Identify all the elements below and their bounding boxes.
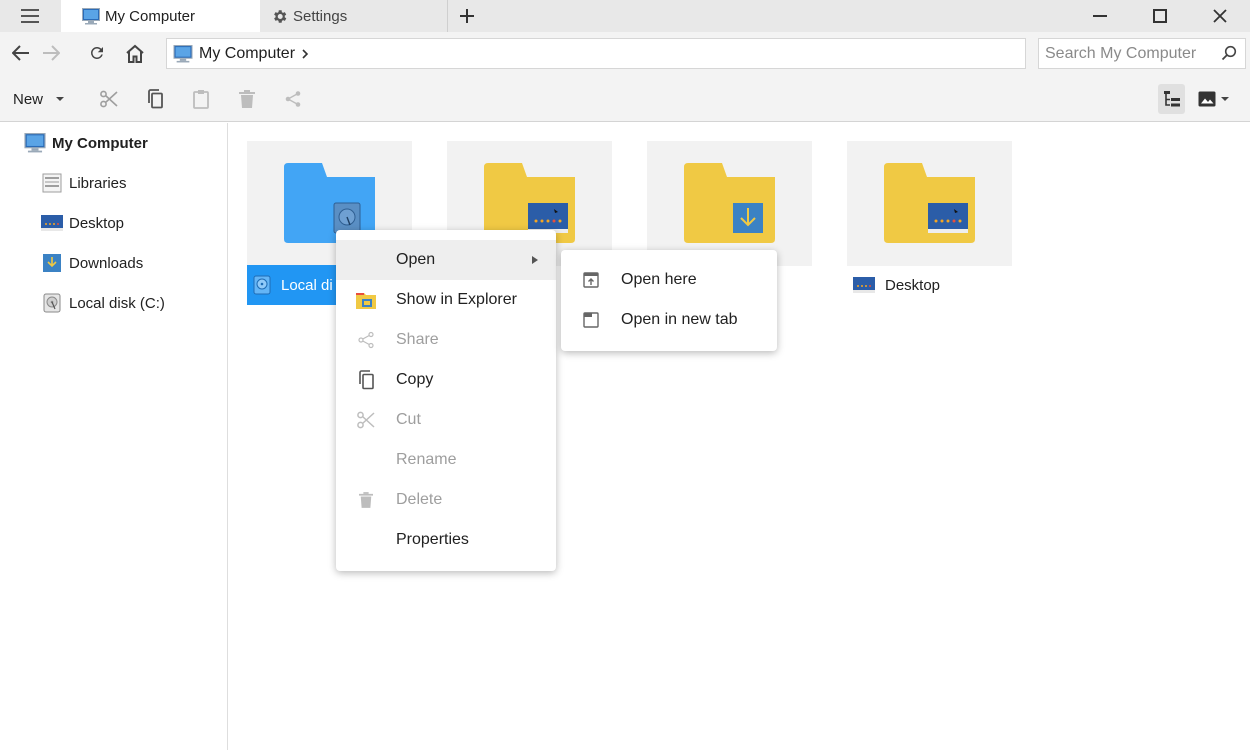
sidebar-item-label: My Computer xyxy=(52,134,148,152)
explorer-icon xyxy=(336,291,396,309)
new-tab-button[interactable] xyxy=(453,0,481,32)
view-mode-button[interactable] xyxy=(1192,84,1236,114)
share-icon xyxy=(336,331,396,349)
menu-item-rename[interactable]: Rename xyxy=(336,440,556,480)
paste-icon xyxy=(193,90,209,109)
home-icon xyxy=(126,44,144,63)
cut-icon xyxy=(100,90,118,108)
menu-item-delete[interactable]: Delete xyxy=(336,480,556,520)
cut-button[interactable] xyxy=(94,84,124,114)
menu-item-properties[interactable]: Properties xyxy=(336,520,556,560)
gear-icon xyxy=(271,8,288,25)
search-icon[interactable] xyxy=(1221,45,1237,61)
tab-label: Settings xyxy=(293,7,348,25)
tab-label: My Computer xyxy=(105,7,196,25)
folder-label-desktop[interactable]: Desktop xyxy=(847,265,1012,305)
home-button[interactable] xyxy=(120,38,150,68)
library-icon xyxy=(41,172,63,194)
search-input[interactable] xyxy=(1045,44,1215,63)
back-arrow-icon xyxy=(12,45,29,61)
back-button[interactable] xyxy=(6,38,36,68)
menu-item-cut[interactable]: Cut xyxy=(336,400,556,440)
file-manager-window: My Computer Settings My Computer Search … xyxy=(0,0,1250,750)
address-bar[interactable]: My Computer xyxy=(166,38,1026,69)
search-box xyxy=(1038,38,1246,69)
delete-icon xyxy=(239,90,255,108)
submenu-arrow-icon xyxy=(532,256,538,264)
delete-icon xyxy=(336,492,396,508)
tree-view-button[interactable] xyxy=(1158,84,1185,114)
tab-my-computer[interactable]: My Computer xyxy=(61,0,260,32)
maximize-button[interactable] xyxy=(1130,0,1190,32)
sidebar: My Computer Libraries Desktop Downloads … xyxy=(0,123,228,750)
close-icon xyxy=(1213,9,1227,23)
disk-icon xyxy=(41,292,63,314)
cut-icon xyxy=(336,410,396,430)
open-here-icon xyxy=(561,272,621,288)
minimize-icon xyxy=(1093,15,1107,17)
copy-icon xyxy=(148,89,163,109)
sidebar-item-desktop[interactable]: Desktop xyxy=(41,208,124,238)
open-submenu: Open here Open in new tab xyxy=(561,250,777,351)
desktop-icon xyxy=(41,212,63,234)
menu-icon[interactable] xyxy=(0,0,60,32)
refresh-icon xyxy=(90,47,103,59)
folder-icon xyxy=(684,163,775,243)
menu-item-open[interactable]: Open xyxy=(336,240,556,280)
close-button[interactable] xyxy=(1190,0,1250,32)
maximize-icon xyxy=(1153,9,1167,23)
menu-item-open-here[interactable]: Open here xyxy=(561,260,777,300)
copy-icon xyxy=(336,370,396,390)
caret-down-icon xyxy=(55,96,65,102)
sidebar-item-label: Desktop xyxy=(69,214,125,232)
tab-settings[interactable]: Settings xyxy=(263,0,448,32)
sidebar-item-local-disk[interactable]: Local disk (C:) xyxy=(41,288,165,318)
context-menu: Open Show in Explorer Share Copy Cut Ren… xyxy=(336,230,556,571)
delete-button[interactable] xyxy=(232,84,262,114)
computer-icon xyxy=(24,132,46,154)
chevron-right-icon[interactable] xyxy=(301,48,309,60)
sidebar-item-my-computer[interactable]: My Computer xyxy=(24,128,148,158)
navigation-bar: My Computer xyxy=(0,32,1250,76)
menu-item-copy[interactable]: Copy xyxy=(336,360,556,400)
folder-tile-downloads[interactable] xyxy=(647,141,812,266)
computer-icon xyxy=(82,7,100,25)
image-icon xyxy=(1198,91,1216,107)
menu-item-share[interactable]: Share xyxy=(336,320,556,360)
menu-item-show-in-explorer[interactable]: Show in Explorer xyxy=(336,280,556,320)
sidebar-item-downloads[interactable]: Downloads xyxy=(41,248,143,278)
sidebar-item-label: Local disk (C:) xyxy=(69,294,165,312)
forward-arrow-icon xyxy=(43,45,60,61)
sidebar-item-label: Downloads xyxy=(69,254,144,272)
menu-item-open-in-new-tab[interactable]: Open in new tab xyxy=(561,300,777,340)
computer-icon xyxy=(173,44,193,63)
new-button[interactable]: New xyxy=(6,84,72,114)
plus-icon xyxy=(460,9,474,23)
sidebar-item-libraries[interactable]: Libraries xyxy=(41,168,127,198)
forward-button[interactable] xyxy=(36,38,66,68)
folder-tile-desktop[interactable] xyxy=(847,141,1012,266)
breadcrumb-my-computer[interactable]: My Computer xyxy=(199,45,295,63)
tree-view-icon xyxy=(1163,91,1180,107)
toolbar: New xyxy=(0,76,1250,122)
desktop-icon xyxy=(853,277,875,293)
disk-icon xyxy=(253,275,271,295)
new-tab-icon xyxy=(561,312,621,328)
title-bar: My Computer Settings xyxy=(0,0,1250,32)
new-button-label: New xyxy=(13,90,44,108)
caret-down-icon xyxy=(1221,97,1229,101)
copy-button[interactable] xyxy=(140,84,170,114)
sidebar-item-label: Libraries xyxy=(69,174,127,192)
share-button[interactable] xyxy=(278,84,308,114)
downloads-icon xyxy=(41,252,63,274)
refresh-button[interactable] xyxy=(82,38,112,68)
minimize-button[interactable] xyxy=(1070,0,1130,32)
folder-icon xyxy=(884,163,975,243)
share-icon xyxy=(285,91,301,107)
paste-button[interactable] xyxy=(186,84,216,114)
